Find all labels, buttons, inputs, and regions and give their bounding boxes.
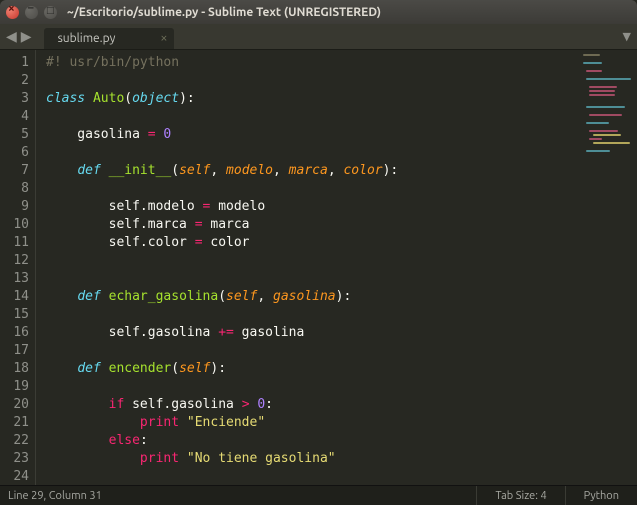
line-number: 6: [0, 144, 29, 162]
line-number: 12: [0, 252, 29, 270]
minimap-line: [586, 70, 602, 72]
code-line[interactable]: [46, 144, 579, 162]
tab-bar: ◀ ▶ sublime.py × ▼: [0, 24, 637, 50]
code-line[interactable]: self.marca = marca: [46, 216, 579, 234]
minimap-line: [589, 114, 622, 116]
line-number: 23: [0, 450, 29, 468]
code-line[interactable]: [46, 180, 579, 198]
code-line[interactable]: self.gasolina += gasolina: [46, 324, 579, 342]
code-line[interactable]: class Auto(object):: [46, 90, 579, 108]
status-tabsize[interactable]: Tab Size: 4: [476, 486, 564, 505]
line-number: 8: [0, 180, 29, 198]
code-line[interactable]: else:: [46, 432, 579, 450]
status-position: Line 29, Column 31: [0, 490, 476, 502]
line-number: 18: [0, 360, 29, 378]
close-icon[interactable]: [6, 6, 19, 19]
code-line[interactable]: [46, 468, 579, 485]
line-number: 10: [0, 216, 29, 234]
line-number: 3: [0, 90, 29, 108]
code-line[interactable]: #! usr/bin/python: [46, 54, 579, 72]
code-line[interactable]: [46, 342, 579, 360]
minimap-line: [593, 134, 621, 136]
status-syntax[interactable]: Python: [565, 486, 637, 505]
editor[interactable]: 1234567891011121314151617181920212223242…: [0, 50, 637, 485]
tab-label: sublime.py: [58, 32, 116, 45]
minimap-line: [586, 150, 610, 152]
code-line[interactable]: self.modelo = modelo: [46, 198, 579, 216]
window-controls: [6, 6, 57, 19]
line-number: 20: [0, 396, 29, 414]
code-line[interactable]: [46, 270, 579, 288]
code-line[interactable]: def echar_gasolina(self, gasolina):: [46, 288, 579, 306]
tab-file[interactable]: sublime.py ×: [44, 28, 174, 49]
minimap-line: [583, 62, 602, 64]
line-number-gutter: 1234567891011121314151617181920212223242…: [0, 50, 36, 485]
minimap-line: [589, 86, 617, 88]
window-title: ~/Escritorio/sublime.py - Sublime Text (…: [67, 6, 381, 19]
minimap-line: [593, 142, 630, 144]
line-number: 11: [0, 234, 29, 252]
minimap-line: [586, 78, 631, 80]
minimize-icon[interactable]: [25, 6, 38, 19]
minimap-line: [586, 122, 609, 124]
line-number: 15: [0, 306, 29, 324]
code-line[interactable]: print "Enciende": [46, 414, 579, 432]
code-line[interactable]: self.color = color: [46, 234, 579, 252]
forward-icon[interactable]: ▶: [21, 28, 32, 45]
line-number: 17: [0, 342, 29, 360]
tab-menu-icon[interactable]: ▼: [623, 30, 631, 43]
status-bar: Line 29, Column 31 Tab Size: 4 Python: [0, 485, 637, 505]
maximize-icon[interactable]: [44, 6, 57, 19]
line-number: 9: [0, 198, 29, 216]
minimap[interactable]: [579, 50, 637, 485]
code-line[interactable]: def encender(self):: [46, 360, 579, 378]
line-number: 21: [0, 414, 29, 432]
line-number: 5: [0, 126, 29, 144]
line-number: 14: [0, 288, 29, 306]
code-line[interactable]: [46, 306, 579, 324]
minimap-line: [586, 106, 625, 108]
window-titlebar: ~/Escritorio/sublime.py - Sublime Text (…: [0, 0, 637, 24]
nav-arrows: ◀ ▶: [6, 28, 32, 45]
line-number: 4: [0, 108, 29, 126]
code-line[interactable]: if self.gasolina > 0:: [46, 396, 579, 414]
code-line[interactable]: [46, 252, 579, 270]
minimap-line: [589, 94, 615, 96]
line-number: 7: [0, 162, 29, 180]
line-number: 24: [0, 468, 29, 485]
code-line[interactable]: gasolina = 0: [46, 126, 579, 144]
line-number: 1: [0, 54, 29, 72]
minimap-line: [589, 130, 618, 132]
line-number: 22: [0, 432, 29, 450]
minimap-line: [589, 138, 602, 140]
line-number: 16: [0, 324, 29, 342]
line-number: 19: [0, 378, 29, 396]
line-number: 13: [0, 270, 29, 288]
tab-close-icon[interactable]: ×: [160, 31, 167, 45]
code-area[interactable]: #! usr/bin/python class Auto(object): gas…: [36, 50, 579, 485]
minimap-line: [589, 90, 615, 92]
code-line[interactable]: [46, 72, 579, 90]
line-number: 2: [0, 72, 29, 90]
code-line[interactable]: [46, 378, 579, 396]
code-line[interactable]: print "No tiene gasolina": [46, 450, 579, 468]
back-icon[interactable]: ◀: [6, 28, 17, 45]
minimap-line: [583, 54, 600, 56]
code-line[interactable]: [46, 108, 579, 126]
code-line[interactable]: def __init__(self, modelo, marca, color)…: [46, 162, 579, 180]
